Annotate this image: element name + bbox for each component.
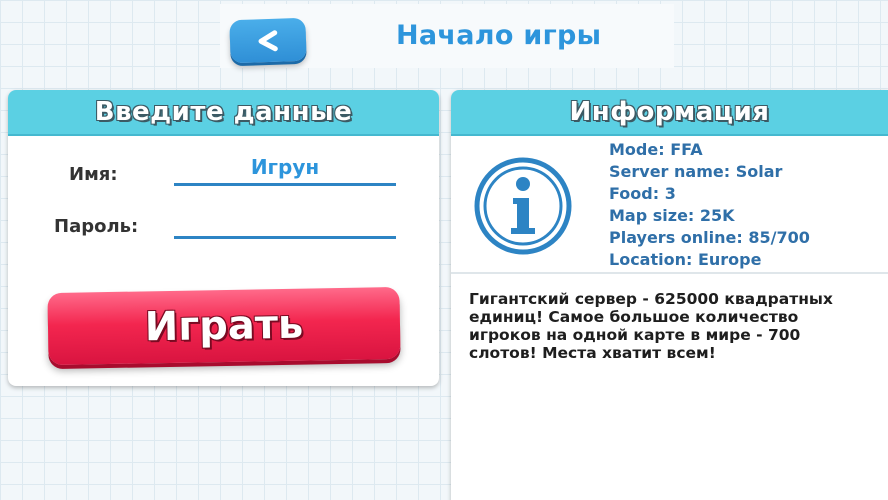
server-description: Гигантский сервер - 625000 квадратных ед… [469,290,833,362]
info-panel-header: Информация [451,90,888,136]
chevron-left-icon [258,29,278,51]
server-info-list: Mode: FFA Server name: Solar Food: 3 Map… [609,139,810,271]
info-players-online: Players online: 85/700 [609,228,810,247]
play-button-label: Играть [144,301,304,351]
back-button[interactable] [229,17,307,64]
page-title: Начало игры [396,20,602,51]
login-panel: Введите данные Имя: Игрун Пароль: Играть [8,90,439,386]
server-details: Mode: FFA Server name: Solar Food: 3 Map… [451,136,888,274]
name-input-value: Игрун [250,155,320,179]
info-mode: Mode: FFA [609,140,703,159]
password-input[interactable] [174,209,396,239]
header-bar: Начало игры [220,4,674,68]
info-panel-title: Информация [569,97,770,127]
login-panel-header: Введите данные [8,90,439,136]
info-food: Food: 3 [609,184,676,203]
password-label: Пароль: [54,216,139,237]
name-label: Имя: [69,164,118,185]
login-panel-title: Введите данные [94,97,353,127]
play-button[interactable]: Играть [47,286,401,366]
info-location: Location: Europe [609,250,762,269]
info-server-name: Server name: Solar [609,162,783,181]
info-map-size: Map size: 25K [609,206,735,225]
name-input[interactable]: Игрун [174,155,396,186]
info-icon [474,157,572,255]
